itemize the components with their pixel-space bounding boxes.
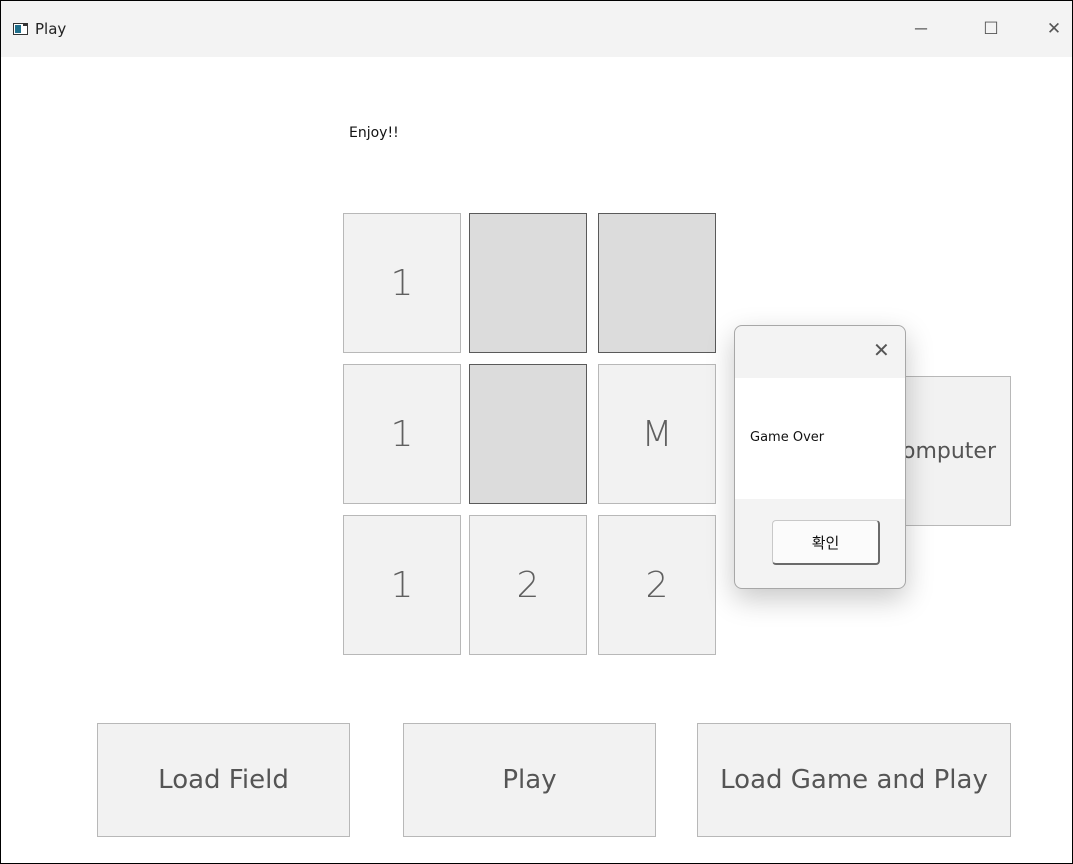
maximize-icon[interactable]: ☐ bbox=[976, 17, 1006, 41]
minimize-icon[interactable]: ─ bbox=[906, 17, 936, 41]
status-message: Enjoy!! bbox=[349, 125, 399, 141]
app-icon bbox=[13, 23, 28, 35]
app-window: Play ─ ☐ ✕ Enjoy!! 1 1 M 1 2 2 Computer … bbox=[0, 0, 1073, 864]
dialog-close-icon[interactable]: ✕ bbox=[873, 340, 890, 360]
load-game-and-play-button[interactable]: Load Game and Play bbox=[697, 723, 1011, 837]
title-bar[interactable]: Play ─ ☐ ✕ bbox=[1, 1, 1072, 57]
grid-cell-0-0[interactable]: 1 bbox=[343, 213, 461, 353]
grid-cell-0-2[interactable] bbox=[598, 213, 716, 353]
grid-cell-1-2[interactable]: M bbox=[598, 364, 716, 504]
grid-cell-2-0[interactable]: 1 bbox=[343, 515, 461, 655]
grid-cell-1-0[interactable]: 1 bbox=[343, 364, 461, 504]
dialog-message: Game Over bbox=[750, 430, 825, 445]
grid-cell-1-1[interactable] bbox=[469, 364, 587, 504]
dialog-ok-button[interactable]: 확인 bbox=[772, 520, 880, 565]
play-button[interactable]: Play bbox=[403, 723, 656, 837]
window-title: Play bbox=[35, 20, 67, 38]
close-icon[interactable]: ✕ bbox=[1039, 17, 1069, 41]
grid-cell-2-2[interactable]: 2 bbox=[598, 515, 716, 655]
grid-cell-0-1[interactable] bbox=[469, 213, 587, 353]
grid-cell-2-1[interactable]: 2 bbox=[469, 515, 587, 655]
game-over-dialog: ✕ Game Over 확인 bbox=[734, 325, 906, 589]
load-field-button[interactable]: Load Field bbox=[97, 723, 350, 837]
